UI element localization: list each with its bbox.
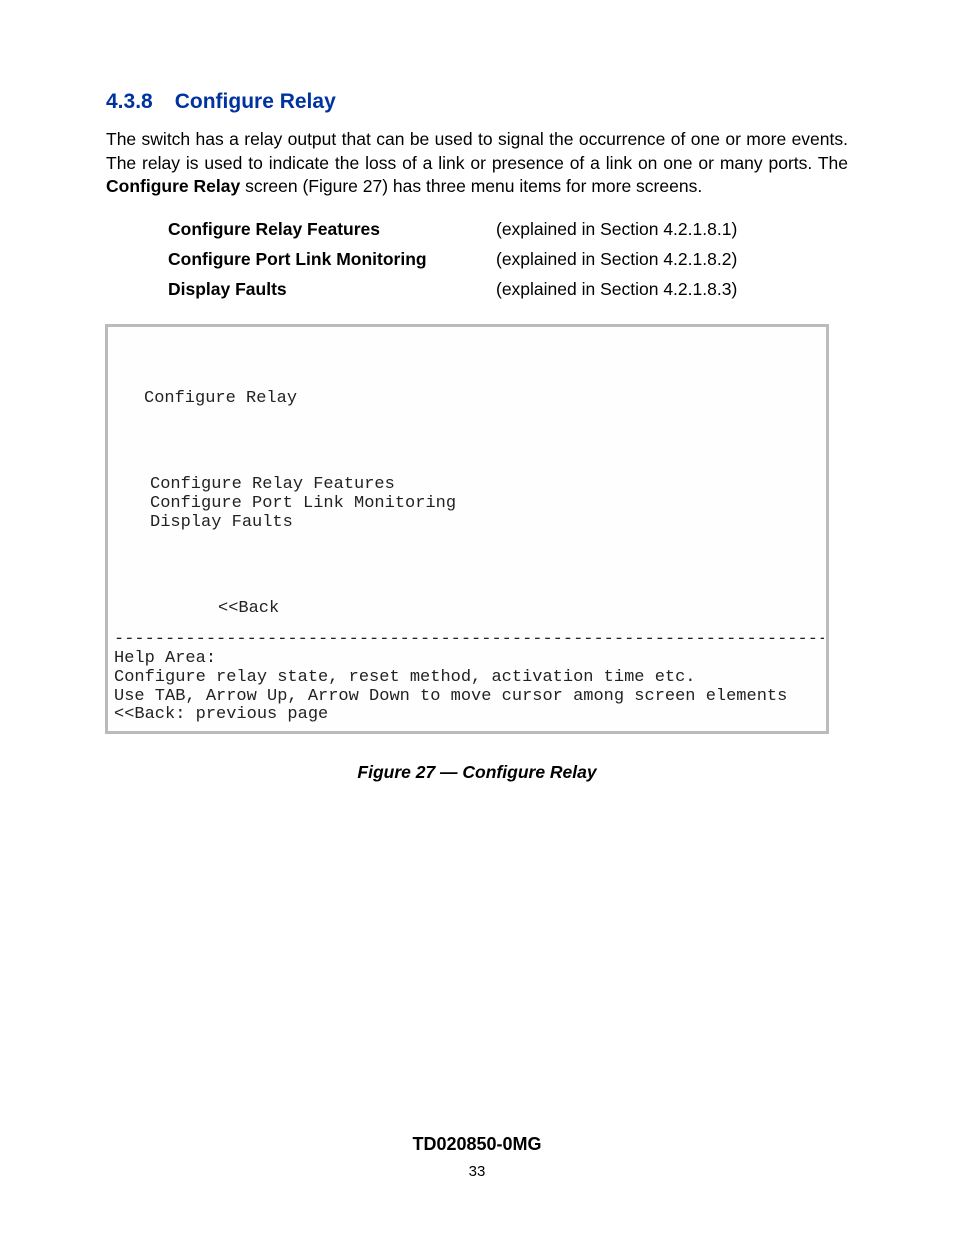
para-bold: Configure Relay	[106, 176, 240, 196]
feature-row: Configure Relay Features (explained in S…	[168, 219, 848, 240]
feature-table: Configure Relay Features (explained in S…	[168, 219, 848, 300]
terminal-menu-item: Configure Port Link Monitoring	[150, 494, 456, 513]
para-prefix: The switch has a relay output that can b…	[106, 129, 848, 173]
terminal-back: <<Back	[218, 600, 820, 619]
feature-ref: (explained in Section 4.2.1.8.3)	[496, 279, 737, 300]
page-footer: TD020850-0MG 33	[0, 1134, 954, 1180]
feature-row: Display Faults (explained in Section 4.2…	[168, 279, 848, 300]
feature-name: Configure Relay Features	[168, 219, 496, 240]
terminal-menu-item: Configure Relay Features	[150, 475, 395, 494]
terminal-help-line: Configure relay state, reset method, act…	[114, 668, 696, 687]
terminal-title: Configure Relay	[144, 390, 820, 409]
section-title: Configure Relay	[175, 90, 336, 113]
feature-ref: (explained in Section 4.2.1.8.1)	[496, 219, 737, 240]
figure-caption: Figure 27 — Configure Relay	[106, 762, 848, 783]
terminal-hr: ----------------------------------------…	[114, 631, 824, 650]
terminal-menu-item: Display Faults	[150, 513, 293, 532]
terminal-help-line: <<Back: previous page	[114, 705, 328, 724]
page-number: 33	[0, 1163, 954, 1180]
terminal-help-line: Use TAB, Arrow Up, Arrow Down to move cu…	[114, 687, 787, 706]
feature-ref: (explained in Section 4.2.1.8.2)	[496, 249, 737, 270]
terminal-help-area: ----------------------------------------…	[114, 631, 824, 724]
terminal-menu: Configure Relay Features Configure Port …	[150, 476, 820, 532]
feature-name: Display Faults	[168, 279, 496, 300]
feature-row: Configure Port Link Monitoring (explaine…	[168, 249, 848, 270]
feature-name: Configure Port Link Monitoring	[168, 249, 496, 270]
doc-id: TD020850-0MG	[0, 1134, 954, 1155]
body-paragraph: The switch has a relay output that can b…	[106, 128, 848, 199]
para-suffix: screen (Figure 27) has three menu items …	[240, 176, 702, 196]
section-number: 4.3.8	[106, 90, 153, 113]
terminal-screenshot: Configure Relay Configure Relay Features…	[105, 324, 829, 734]
terminal-help-line: Help Area:	[114, 649, 216, 668]
section-heading: 4.3.8 Configure Relay	[106, 90, 848, 114]
